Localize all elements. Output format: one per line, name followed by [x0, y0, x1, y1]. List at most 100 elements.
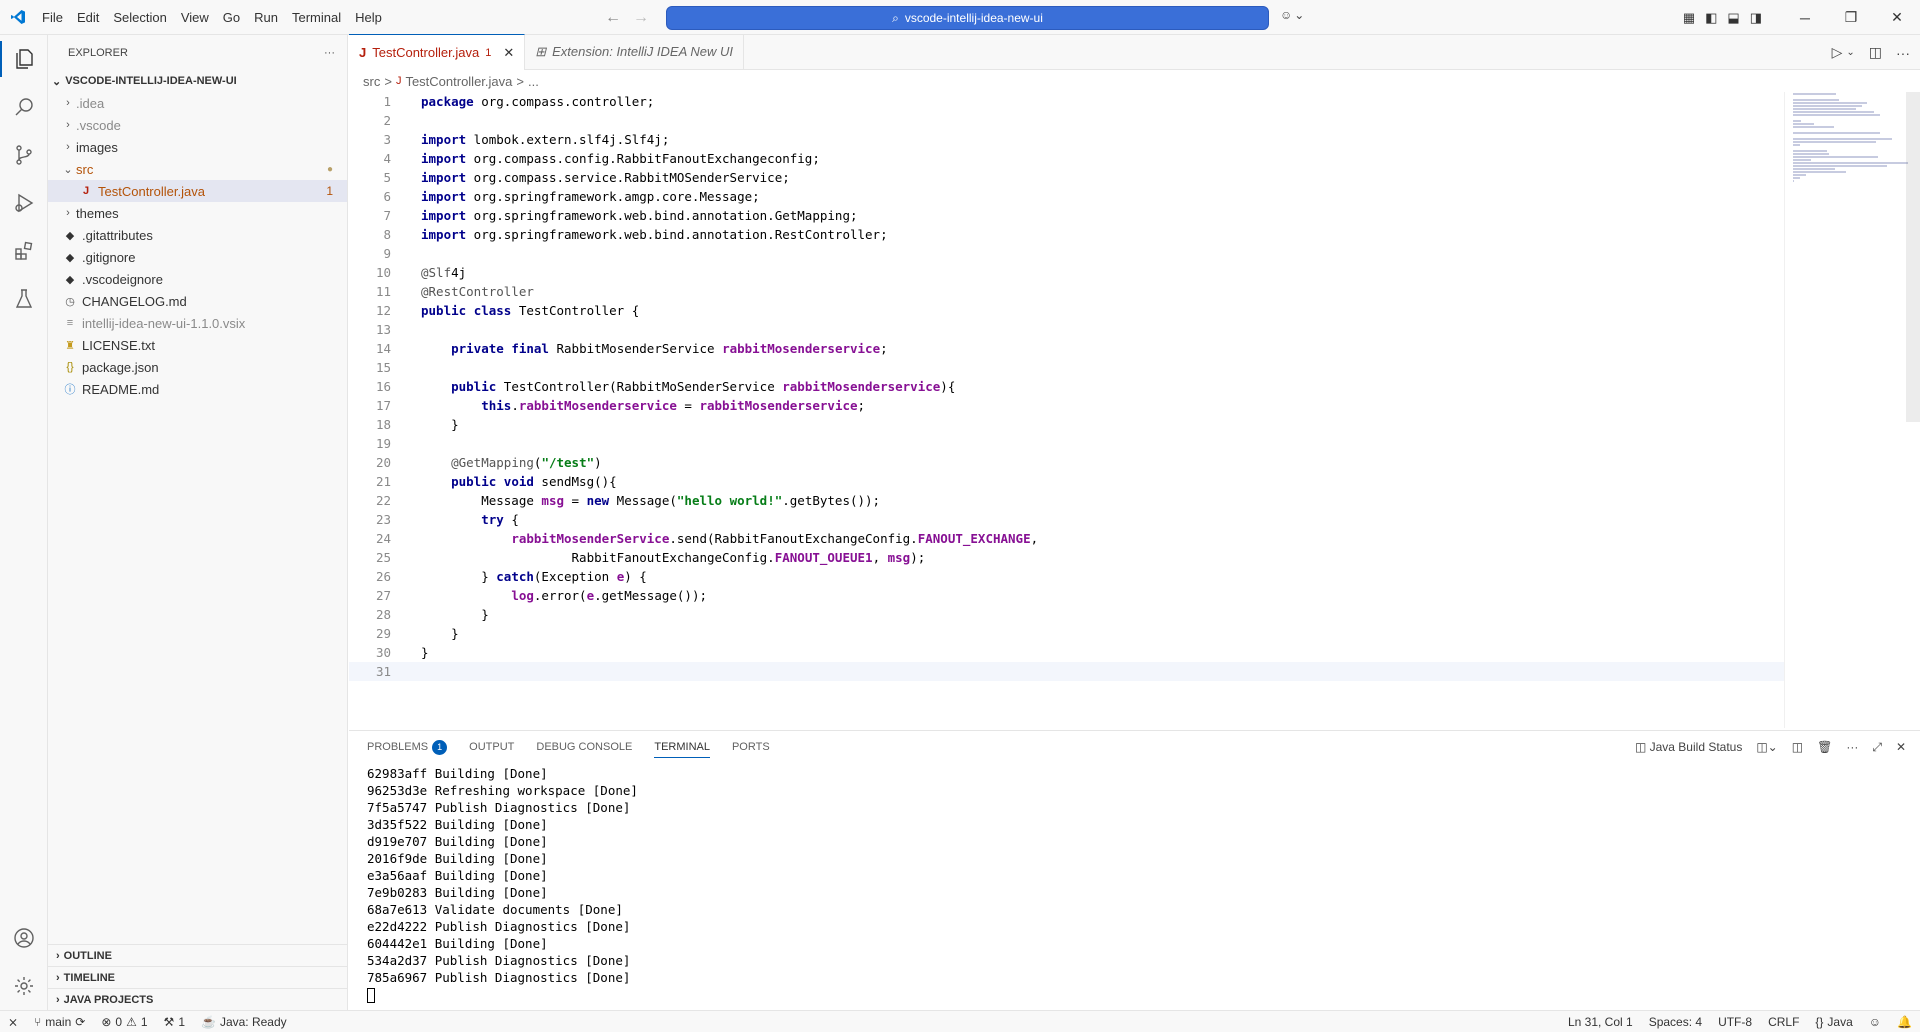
notifications[interactable]: 🔔: [1889, 1011, 1920, 1033]
java-status[interactable]: ☕ Java: Ready: [193, 1011, 295, 1033]
source-control-icon[interactable]: [0, 131, 48, 179]
menu-go[interactable]: Go: [216, 0, 247, 35]
tree-item-images[interactable]: › images: [48, 136, 347, 158]
tree-item-src[interactable]: ⌄ src ●: [48, 158, 347, 180]
chevron-down-icon[interactable]: ⌄: [1846, 47, 1854, 58]
tree-item-package-json[interactable]: {} package.json: [48, 356, 347, 378]
toggle-panel-icon[interactable]: ⬓: [1727, 10, 1739, 26]
tree-item-readme[interactable]: ⓘ README.md: [48, 378, 347, 400]
customize-layout-icon[interactable]: ▦: [1683, 10, 1695, 26]
breadcrumb-file[interactable]: TestController.java: [405, 74, 512, 89]
extensions-icon[interactable]: [0, 227, 48, 275]
code-line[interactable]: 11 @RestController: [349, 282, 1784, 301]
code-line[interactable]: 22 Message msg = new Message("hello worl…: [349, 491, 1784, 510]
menu-help[interactable]: Help: [348, 0, 389, 35]
code-line[interactable]: 4 import org.compass.config.RabbitFanoutE…: [349, 149, 1784, 168]
breadcrumb-src[interactable]: src: [363, 74, 380, 89]
branch-indicator[interactable]: ⑂ main ⟳: [26, 1011, 93, 1033]
code-line[interactable]: 25 RabbitFanoutExchangeConfig.FANOUT_OUE…: [349, 548, 1784, 567]
explorer-icon[interactable]: [0, 35, 48, 83]
menu-view[interactable]: View: [174, 0, 216, 35]
back-arrow-icon[interactable]: ←: [605, 9, 621, 27]
code-line[interactable]: 29 }: [349, 624, 1784, 643]
line-ending[interactable]: CRLF: [1760, 1011, 1807, 1033]
indentation[interactable]: Spaces: 4: [1641, 1011, 1710, 1033]
terminal-output[interactable]: 62983aff Building [Done] 96253d3e Refresh…: [349, 763, 1920, 1005]
terminal-prompt[interactable]: [367, 986, 1902, 1003]
code-line[interactable]: 8 import org.springframework.web.bind.ann…: [349, 225, 1784, 244]
code-line[interactable]: 15: [349, 358, 1784, 377]
code-line[interactable]: 21 public void sendMsg(){: [349, 472, 1784, 491]
code-line[interactable]: 23 try {: [349, 510, 1784, 529]
code-line[interactable]: 1 package org.compass.controller;: [349, 92, 1784, 111]
code-line[interactable]: 18 }: [349, 415, 1784, 434]
breadcrumb-symbol[interactable]: ...: [528, 74, 539, 89]
tree-item-changelog[interactable]: ◷ CHANGELOG.md: [48, 290, 347, 312]
section-outline[interactable]: › OUTLINE: [48, 944, 348, 966]
language-mode[interactable]: {} Java: [1807, 1011, 1860, 1033]
tab-testcontroller[interactable]: J TestController.java 1 ✕: [349, 34, 526, 70]
menu-selection[interactable]: Selection: [106, 0, 173, 35]
menu-terminal[interactable]: Terminal: [285, 0, 348, 35]
tree-item-testcontroller[interactable]: J TestController.java 1: [48, 180, 347, 202]
close-button[interactable]: ✕: [1874, 0, 1920, 35]
code-line[interactable]: 10 @Slf4j: [349, 263, 1784, 282]
tree-item-vscodeignore[interactable]: ◆ .vscodeignore: [48, 268, 347, 290]
tab-problems[interactable]: PROBLEMS 1: [367, 739, 448, 755]
split-terminal-icon[interactable]: ◫: [1792, 740, 1803, 754]
tree-item-gitattributes[interactable]: ◆ .gitattributes: [48, 224, 347, 246]
trash-icon[interactable]: 🗑: [1817, 740, 1832, 754]
more-actions-icon[interactable]: ···: [1896, 45, 1910, 61]
close-icon[interactable]: ✕: [1896, 740, 1906, 754]
code-line[interactable]: 26 } catch(Exception e) {: [349, 567, 1784, 586]
tree-item-gitignore[interactable]: ◆ .gitignore: [48, 246, 347, 268]
layout-icon[interactable]: ◫⌄: [1756, 740, 1777, 754]
forward-arrow-icon[interactable]: →: [633, 9, 649, 27]
tab-output[interactable]: OUTPUT: [469, 741, 514, 753]
workspace-root[interactable]: ⌄ VSCODE-INTELLIJ-IDEA-NEW-UI: [48, 70, 347, 92]
menu-run[interactable]: Run: [247, 0, 285, 35]
split-editor-icon[interactable]: ◫: [1869, 44, 1882, 61]
restore-button[interactable]: ❐: [1828, 0, 1874, 35]
code-line[interactable]: 6 import org.springframework.amgp.core.Me…: [349, 187, 1784, 206]
tree-item-themes[interactable]: › themes: [48, 202, 347, 224]
cursor-position[interactable]: Ln 31, Col 1: [1560, 1011, 1641, 1033]
run-icon[interactable]: ▷: [1832, 44, 1843, 61]
java-build-status-button[interactable]: ◫ Java Build Status: [1635, 740, 1742, 754]
code-line[interactable]: 12 public class TestController {: [349, 301, 1784, 320]
code-line[interactable]: 28 }: [349, 605, 1784, 624]
editor-scrollbar[interactable]: [1906, 92, 1920, 422]
code-line[interactable]: 9: [349, 244, 1784, 263]
tree-item-vsix[interactable]: ≡ intellij-idea-new-ui-1.1.0.vsix: [48, 312, 347, 334]
ports-indicator[interactable]: ⚒ 1: [156, 1011, 193, 1033]
code-line[interactable]: 16 public TestController(RabbitMoSenderS…: [349, 377, 1784, 396]
section-java-projects[interactable]: › JAVA PROJECTS: [48, 988, 348, 1010]
section-timeline[interactable]: › TIMELINE: [48, 966, 348, 988]
accounts-icon[interactable]: [0, 914, 48, 962]
more-actions-icon[interactable]: ···: [1846, 740, 1858, 754]
code-line[interactable]: 19: [349, 434, 1784, 453]
code-line[interactable]: 20 @GetMapping("/test"): [349, 453, 1784, 472]
encoding[interactable]: UTF-8: [1710, 1011, 1760, 1033]
code-line[interactable]: 3 import lombok.extern.slf4j.Slf4j;: [349, 130, 1784, 149]
tab-extension[interactable]: ⊞ Extension: IntelliJ IDEA New UI: [525, 34, 744, 69]
code-line[interactable]: 14 private final RabbitMosenderService r…: [349, 339, 1784, 358]
tab-terminal[interactable]: TERMINAL: [654, 736, 710, 758]
maximize-icon[interactable]: ⤢: [1872, 740, 1882, 755]
tree-item-vscode[interactable]: › .vscode: [48, 114, 347, 136]
copilot-status[interactable]: ☺: [1861, 1011, 1889, 1033]
minimap[interactable]: [1784, 92, 1920, 728]
problems-indicator[interactable]: ⊗ 0 ⚠ 1: [93, 1011, 155, 1033]
close-icon[interactable]: ✕: [503, 45, 514, 61]
command-center[interactable]: ⌕ vscode-intellij-idea-new-ui: [666, 6, 1269, 30]
minimize-button[interactable]: ─: [1782, 0, 1828, 35]
testing-icon[interactable]: [0, 275, 48, 323]
code-line[interactable]: 24 rabbitMosenderService.send(RabbitFano…: [349, 529, 1784, 548]
gear-icon[interactable]: [0, 962, 48, 1010]
code-line[interactable]: 30}: [349, 643, 1784, 662]
menu-file[interactable]: File: [35, 0, 70, 35]
more-actions-icon[interactable]: ···: [324, 47, 335, 59]
tree-item-idea[interactable]: › .idea: [48, 92, 347, 114]
code-line[interactable]: 13: [349, 320, 1784, 339]
search-icon[interactable]: [0, 83, 48, 131]
